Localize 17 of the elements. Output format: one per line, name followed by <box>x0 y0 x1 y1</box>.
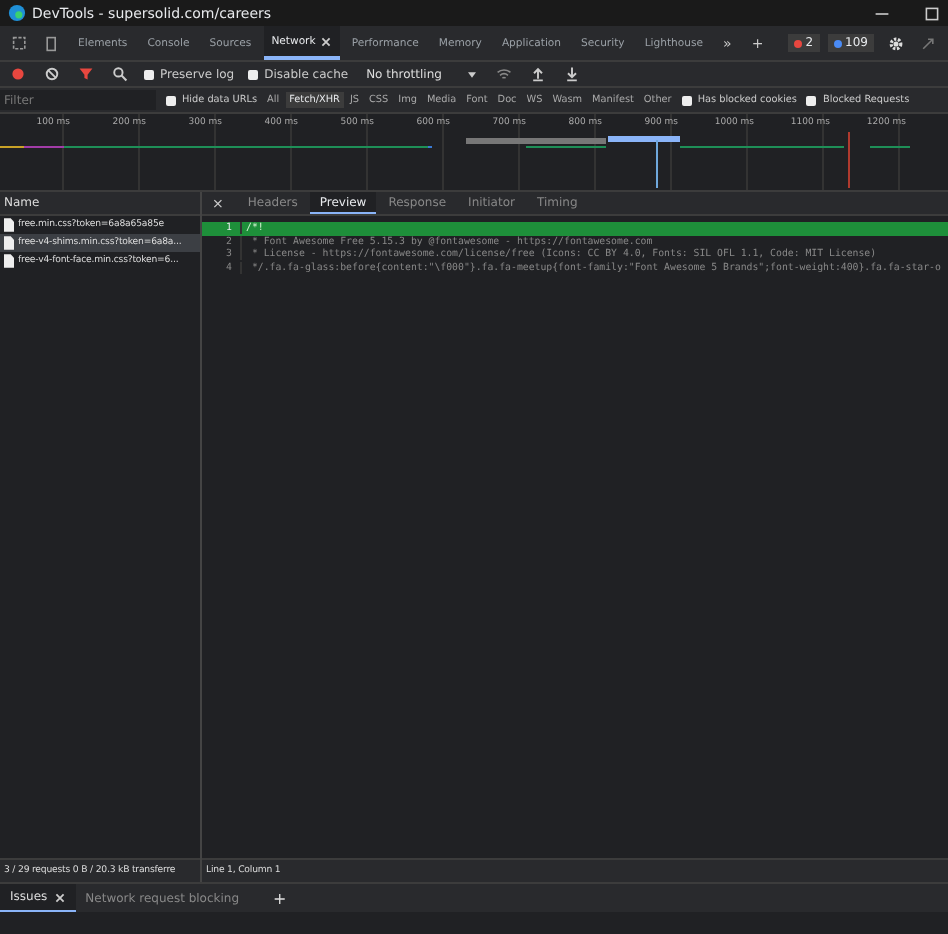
upload-icon[interactable] <box>529 66 546 82</box>
add-tab-button[interactable]: + <box>273 889 287 907</box>
clear-icon[interactable] <box>44 66 60 82</box>
close-icon[interactable] <box>319 35 332 47</box>
dock-icon[interactable] <box>920 35 936 51</box>
caret-icon <box>467 71 476 77</box>
maximize-icon[interactable] <box>924 5 940 21</box>
settings-icon[interactable] <box>888 35 904 51</box>
record-icon[interactable] <box>10 66 26 82</box>
browser-logo-icon <box>8 4 26 22</box>
search-icon[interactable] <box>112 66 128 82</box>
device-icon[interactable] <box>44 35 60 51</box>
wifi-icon[interactable] <box>495 66 512 82</box>
close-icon[interactable] <box>53 891 66 903</box>
download-icon[interactable] <box>563 66 580 82</box>
filter-icon[interactable] <box>78 66 94 82</box>
inspect-icon[interactable] <box>12 35 28 51</box>
